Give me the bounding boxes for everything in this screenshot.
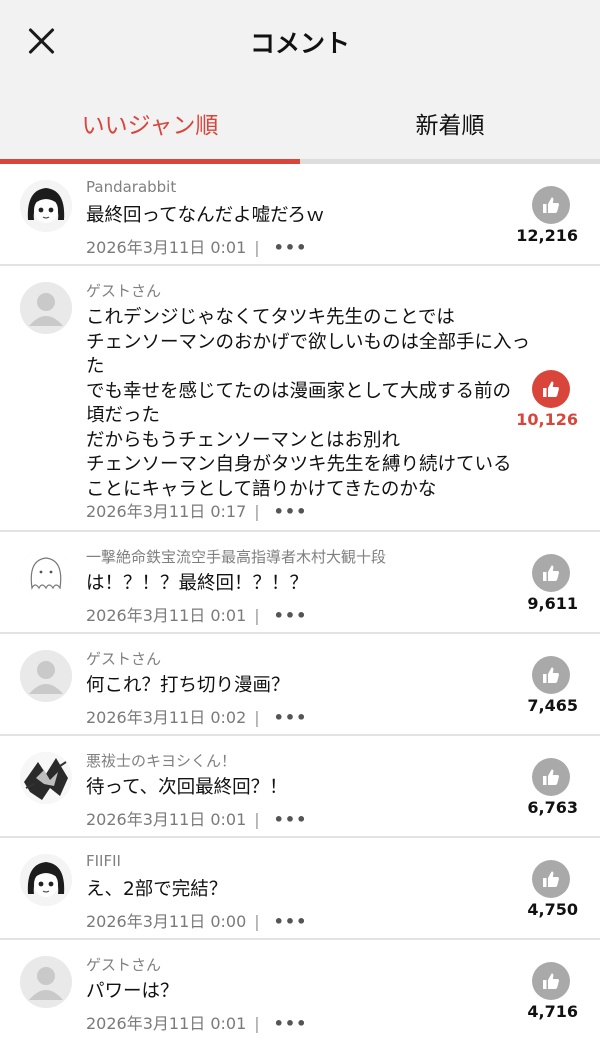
avatar[interactable]: [20, 956, 72, 1008]
meta-separator: |: [254, 1014, 260, 1033]
comment-line: え、2部で完結？: [86, 879, 228, 900]
meta-separator: |: [254, 912, 260, 931]
comment-item: 一撃絶命鉄宝流空手最高指導者木村大観十段 は！？！？最終回！？！？ 2026年3月1…: [0, 532, 600, 634]
comment-item: ゲストさん何これ？打ち切り漫画？ 2026年3月11日 0:02 | ••• 7,465: [0, 634, 600, 736]
comment-meta: 2026年3月11日 0:17 | •••: [86, 498, 307, 522]
comment-text: これデンジじゃなくてタツキ先生のことではチェンソーマンのおかげで欲しいものは全部…: [86, 306, 531, 502]
comment-timestamp: 2026年3月11日 0:00: [86, 912, 247, 931]
more-options-icon[interactable]: •••: [274, 912, 308, 931]
comment-timestamp: 2026年3月11日 0:01: [86, 606, 247, 625]
comment-meta: 2026年3月11日 0:01 | •••: [86, 602, 307, 626]
like-button[interactable]: [532, 186, 570, 224]
like-count: 9,611: [527, 594, 578, 613]
comment-item: FIIFII え、2部で完結？ 2026年3月11日 0:00 | ••• 4,750: [0, 838, 600, 940]
meta-separator: |: [254, 502, 260, 521]
comment-timestamp: 2026年3月11日 0:17: [86, 502, 247, 521]
comment-text: え、2部で完結？: [86, 878, 518, 903]
like-count: 6,763: [527, 798, 578, 817]
more-options-icon[interactable]: •••: [274, 502, 308, 521]
comment-line: 最終回ってなんだよ嘘だろｗ: [86, 205, 325, 226]
comment-line: 待って、次回最終回？！: [86, 777, 288, 798]
like-button[interactable]: [532, 758, 570, 796]
sort-tabs: いいジャン順 新着順: [0, 84, 600, 164]
comment-author[interactable]: ゲストさん: [86, 280, 161, 301]
like-count: 4,750: [527, 900, 578, 919]
avatar[interactable]: [20, 282, 72, 334]
comment-text: 最終回ってなんだよ嘘だろｗ: [86, 204, 518, 229]
like-count: 10,126: [516, 410, 578, 429]
comment-list: Pandarabbit 最終回ってなんだよ嘘だろｗ 2026年3月11日 0:01 |…: [0, 164, 600, 1040]
comment-meta: 2026年3月11日 0:01 | •••: [86, 806, 307, 830]
comment-meta: 2026年3月11日 0:00 | •••: [86, 908, 307, 932]
comment-line: パワーは？: [86, 981, 179, 1002]
avatar[interactable]: [20, 752, 72, 804]
avatar[interactable]: [20, 854, 72, 906]
like-button[interactable]: [532, 860, 570, 898]
avatar[interactable]: [20, 650, 72, 702]
header: コメント: [0, 0, 600, 84]
like-count: 7,465: [527, 696, 578, 715]
avatar[interactable]: [20, 548, 72, 600]
comment-meta: 2026年3月11日 0:02 | •••: [86, 704, 307, 728]
comment-meta: 2026年3月11日 0:01 | •••: [86, 234, 307, 258]
comment-line: 頃だった: [86, 405, 161, 426]
comment-author[interactable]: ゲストさん: [86, 648, 161, 669]
comment-author[interactable]: Pandarabbit: [86, 178, 176, 196]
tab-popular[interactable]: いいジャン順: [0, 106, 300, 140]
like-button[interactable]: [532, 554, 570, 592]
meta-separator: |: [254, 238, 260, 257]
like-count: 12,216: [516, 226, 578, 245]
meta-separator: |: [254, 606, 260, 625]
comment-line: 何これ？打ち切り漫画？: [86, 675, 290, 696]
meta-separator: |: [254, 708, 260, 727]
comment-line: た: [86, 356, 105, 377]
avatar[interactable]: [20, 180, 72, 232]
more-options-icon[interactable]: •••: [274, 708, 308, 727]
comment-author[interactable]: FIIFII: [86, 852, 121, 870]
more-options-icon[interactable]: •••: [274, 606, 308, 625]
more-options-icon[interactable]: •••: [274, 1014, 308, 1033]
comment-line: これデンジじゃなくてタツキ先生のことでは: [86, 307, 455, 328]
like-button[interactable]: [532, 962, 570, 1000]
like-count: 4,716: [527, 1002, 578, 1021]
comment-author[interactable]: 悪祓士のキヨシくん！: [86, 750, 236, 771]
comment-timestamp: 2026年3月11日 0:01: [86, 238, 247, 257]
comment-item: ゲストさんパワーは？ 2026年3月11日 0:01 | ••• 4,716: [0, 940, 600, 1040]
like-button[interactable]: [532, 656, 570, 694]
more-options-icon[interactable]: •••: [274, 810, 308, 829]
comment-line: でも幸せを感じてたのは漫画家として大成する前の: [86, 380, 511, 402]
comment-item: 悪祓士のキヨシくん！ 待って、次回最終回？！ 2026年3月11日 0:01 | •••…: [0, 736, 600, 838]
comment-item: Pandarabbit 最終回ってなんだよ嘘だろｗ 2026年3月11日 0:01 |…: [0, 164, 600, 266]
comment-text: パワーは？: [86, 980, 518, 1005]
like-button[interactable]: [532, 370, 570, 408]
comment-timestamp: 2026年3月11日 0:02: [86, 708, 247, 727]
comment-author[interactable]: 一撃絶命鉄宝流空手最高指導者木村大観十段: [86, 546, 386, 567]
comment-line: だからもうチェンソーマンとはお別れ: [86, 429, 400, 451]
comment-line: は！？！？最終回！？！？: [86, 573, 309, 594]
comment-text: は！？！？最終回！？！？: [86, 572, 518, 597]
comment-author[interactable]: ゲストさん: [86, 954, 161, 975]
comment-timestamp: 2026年3月11日 0:01: [86, 810, 247, 829]
comment-text: 待って、次回最終回？！: [86, 776, 518, 801]
comment-line: チェンソーマンのおかげで欲しいものは全部手に入っ: [86, 331, 531, 353]
comment-line: チェンソーマン自身がタツキ先生を縛り続けている: [86, 454, 512, 475]
page-title: コメント: [249, 29, 350, 58]
meta-separator: |: [254, 810, 260, 829]
comment-text: 何これ？打ち切り漫画？: [86, 674, 518, 699]
more-options-icon[interactable]: •••: [274, 238, 308, 257]
tab-newest[interactable]: 新着順: [300, 106, 600, 140]
comment-item: ゲストさんこれデンジじゃなくてタツキ先生のことではチェンソーマンのおかげで欲しい…: [0, 266, 600, 532]
comment-meta: 2026年3月11日 0:01 | •••: [86, 1010, 307, 1034]
comment-timestamp: 2026年3月11日 0:01: [86, 1014, 247, 1033]
